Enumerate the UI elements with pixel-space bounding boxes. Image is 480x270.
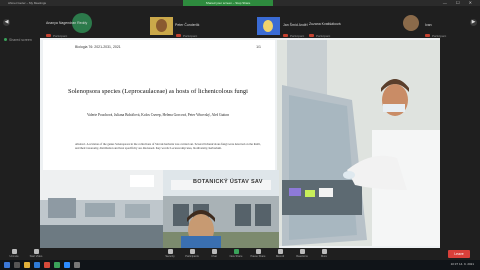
avatar <box>403 15 419 31</box>
app-icon[interactable] <box>54 262 60 268</box>
shared-screen[interactable]: Biologia 76: 2021-2031, 2021 1/1 Solenop… <box>40 38 440 248</box>
mic-muted-icon <box>425 34 430 37</box>
paper-abstract: Abstract. A revision of the genus Soleno… <box>75 142 261 150</box>
paper-title: Solenopsora species (Leprocaulaceae) as … <box>68 88 248 95</box>
taskbar: 10:37 14. 9. 2021 <box>0 260 480 270</box>
participant-tile[interactable]: Ivan Participant <box>395 13 465 40</box>
app-icon[interactable] <box>44 262 50 268</box>
folder-icon[interactable] <box>24 262 30 268</box>
mic-muted-icon <box>309 34 314 37</box>
start-icon[interactable] <box>4 262 10 268</box>
participant-video <box>150 17 173 35</box>
share-label: Shared screen <box>9 38 32 42</box>
camera-icon <box>33 249 39 254</box>
zoom-icon[interactable] <box>64 262 70 268</box>
leave-button[interactable]: Leave <box>448 250 470 258</box>
record-button[interactable]: Record <box>270 248 290 260</box>
lab-room-illustration <box>40 170 163 248</box>
participant-tile[interactable]: Zuzana Kvaššáková Participant <box>305 13 385 40</box>
paper-header: Biologia 76: 2021-2031, 2021 <box>75 45 121 49</box>
more-button[interactable]: More <box>314 248 334 260</box>
participant-tile[interactable]: Peter Čunderlík Participant <box>135 13 215 40</box>
participant-name: Zuzana Kvaššáková <box>309 22 341 26</box>
next-participants-arrow-icon[interactable]: ▶ <box>470 19 477 26</box>
dots-icon <box>321 249 327 254</box>
people-icon <box>189 249 195 254</box>
page-number: 1/1 <box>256 45 261 49</box>
presenter-video: BOTANICKÝ ÚSTAV SAV <box>163 170 279 248</box>
mic-muted-icon <box>46 34 51 37</box>
lab-photo-illustration <box>277 40 440 246</box>
meeting-controls: Unmute Start Video Security Participants… <box>0 248 480 260</box>
building-sign: BOTANICKÝ ÚSTAV SAV <box>193 179 263 185</box>
security-button[interactable]: Security <box>160 248 180 260</box>
participant-name: Peter Čunderlík <box>175 23 200 27</box>
paper-authors: Valerie Pouchová, Juliana Boháčová, Kolo… <box>86 113 230 117</box>
share-icon <box>233 249 239 254</box>
participant-name: Ivan <box>425 23 432 27</box>
browser-icon[interactable] <box>34 262 40 268</box>
pause-share-button[interactable]: Pause Share <box>248 248 268 260</box>
participants-button[interactable]: Participants <box>182 248 202 260</box>
participant-name: Jan Šmíd Anděl <box>283 23 308 27</box>
new-share-button[interactable]: New Share <box>226 248 246 260</box>
chat-icon <box>211 249 217 254</box>
app-title: Ahmet Gezer – My Meetings <box>8 1 47 5</box>
participant-video <box>257 17 280 35</box>
mic-icon <box>11 249 17 254</box>
participant-strip: ◀ ▶ Ananya Nagendran Reddy Participant P… <box>0 6 480 38</box>
system-tray[interactable]: 10:37 14. 9. 2021 <box>451 262 474 266</box>
participant-name: Ananya Nagendran Reddy <box>46 21 88 25</box>
chat-button[interactable]: Chat <box>204 248 224 260</box>
share-status-dot-icon <box>4 38 7 41</box>
lab-photo <box>277 40 440 246</box>
mic-muted-icon <box>283 34 288 37</box>
shield-icon <box>167 249 173 254</box>
share-indicator: Shared screen <box>4 38 32 42</box>
search-icon[interactable] <box>14 262 20 268</box>
lab-camera-video <box>40 170 163 248</box>
prev-participants-arrow-icon[interactable]: ◀ <box>3 19 10 26</box>
reactions-button[interactable]: Reactions <box>292 248 312 260</box>
smile-icon <box>299 249 305 254</box>
unmute-button[interactable]: Unmute <box>4 248 24 260</box>
record-icon <box>277 249 283 254</box>
app-icon[interactable] <box>74 262 80 268</box>
mic-muted-icon <box>176 34 181 37</box>
start-video-button[interactable]: Start Video <box>26 248 46 260</box>
pause-icon <box>255 249 261 254</box>
window-controls[interactable]: — ☐ ✕ <box>443 0 476 5</box>
clock-time: 10:37 <box>450 262 459 266</box>
participant-tile[interactable]: Ananya Nagendran Reddy Participant <box>42 13 122 40</box>
clock-date: 14. 9. 2021 <box>458 262 474 266</box>
